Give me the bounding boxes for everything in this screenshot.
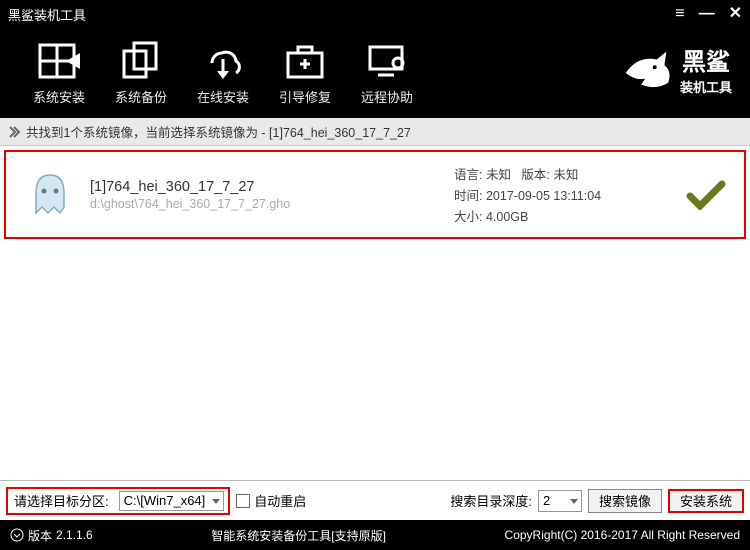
- depth-select[interactable]: 2: [538, 490, 582, 512]
- checkbox-icon: [236, 494, 250, 508]
- toolbar-backup[interactable]: 系统备份: [100, 41, 182, 106]
- chevron-right-icon: [8, 125, 22, 139]
- ghost-icon: [24, 169, 76, 221]
- toolbar-label: 引导修复: [279, 87, 331, 106]
- menu-icon[interactable]: ≡: [675, 6, 684, 22]
- version-label: 版本: [28, 527, 52, 544]
- toolbar-label: 系统安装: [33, 87, 85, 106]
- system-image-item[interactable]: [1]764_hei_360_17_7_27 d:\ghost\764_hei_…: [4, 150, 746, 239]
- infobar: 共找到1个系统镜像，当前选择系统镜像为 - [1]764_hei_360_17_…: [0, 118, 750, 146]
- status-center: 智能系统安装备份工具[支持原版]: [99, 527, 499, 544]
- toolbar: 系统安装 系统备份 在线安装 引导修复 远程协助 黑鲨 装机工具: [0, 28, 750, 118]
- backup-icon: [120, 41, 162, 81]
- toolbar-install[interactable]: 系统安装: [18, 41, 100, 106]
- status-right: CopyRight(C) 2016-2017 All Right Reserve…: [505, 528, 740, 542]
- version-value: 2.1.1.6: [56, 528, 93, 542]
- toolbar-online[interactable]: 在线安装: [182, 41, 264, 106]
- check-icon: [686, 180, 726, 210]
- chevron-down-circle-icon: [10, 528, 24, 542]
- bottombar: 请选择目标分区: C:\[Win7_x64] 自动重启 搜索目录深度: 2 搜索…: [0, 480, 750, 520]
- toolbar-label: 远程协助: [361, 87, 413, 106]
- window-controls: ≡ — ✕: [675, 6, 742, 22]
- partition-label: 请选择目标分区:: [8, 491, 115, 510]
- infobar-text: 共找到1个系统镜像，当前选择系统镜像为 - [1]764_hei_360_17_…: [26, 122, 411, 141]
- briefcase-icon: [284, 41, 326, 81]
- auto-reboot-label: 自动重启: [254, 491, 306, 510]
- shark-logo-icon: [618, 44, 676, 102]
- image-list: [1]764_hei_360_17_7_27 d:\ghost\764_hei_…: [0, 146, 750, 480]
- partition-select[interactable]: C:\[Win7_x64]: [119, 491, 225, 511]
- minimize-icon[interactable]: —: [699, 6, 715, 22]
- image-path: d:\ghost\764_hei_360_17_7_27.gho: [90, 197, 440, 211]
- depth-label: 搜索目录深度:: [450, 491, 532, 510]
- titlebar-title: 黑鲨装机工具: [8, 5, 675, 24]
- remote-assist-icon: [366, 41, 408, 81]
- brand-name: 黑鲨: [680, 50, 732, 76]
- toolbar-label: 系统备份: [115, 87, 167, 106]
- search-button[interactable]: 搜索镜像: [588, 489, 662, 513]
- auto-reboot-checkbox[interactable]: 自动重启: [236, 491, 306, 510]
- brand-sub: 装机工具: [680, 77, 732, 96]
- close-icon[interactable]: ✕: [729, 6, 742, 22]
- titlebar: 黑鲨装机工具 ≡ — ✕: [0, 0, 750, 28]
- windows-install-icon: [38, 41, 80, 81]
- partition-group: 请选择目标分区: C:\[Win7_x64]: [6, 487, 230, 515]
- toolbar-label: 在线安装: [197, 87, 249, 106]
- toolbar-bootrepair[interactable]: 引导修复: [264, 41, 346, 106]
- cloud-download-icon: [202, 41, 244, 81]
- image-name: [1]764_hei_360_17_7_27: [90, 179, 440, 195]
- install-button[interactable]: 安装系统: [668, 489, 744, 513]
- statusbar: 版本 2.1.1.6 智能系统安装备份工具[支持原版] CopyRight(C)…: [0, 520, 750, 550]
- brand: 黑鲨 装机工具: [618, 44, 732, 102]
- toolbar-remote[interactable]: 远程协助: [346, 41, 428, 106]
